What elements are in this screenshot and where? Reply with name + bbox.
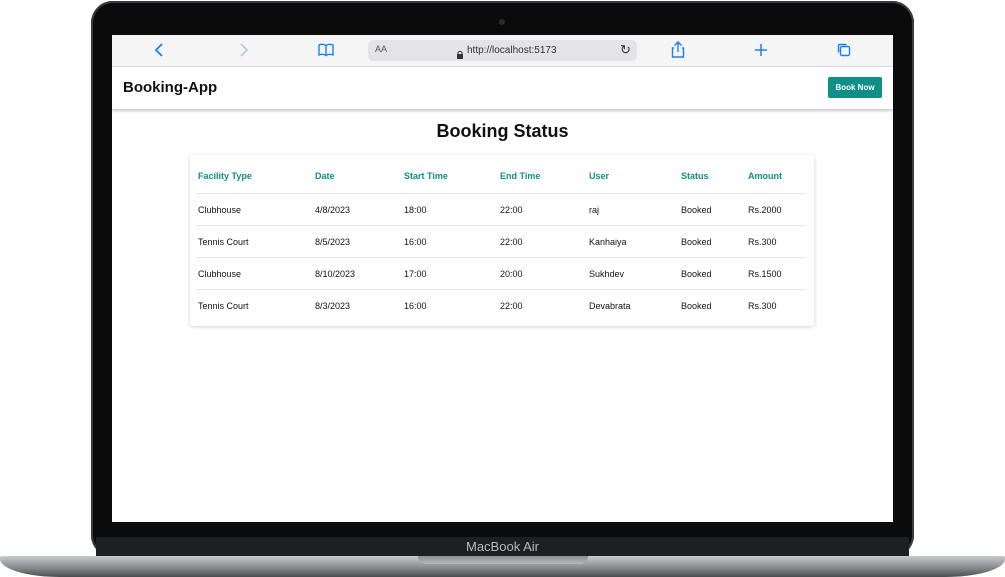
column-header: Facility Type xyxy=(198,170,252,181)
table-cell: 22:00 xyxy=(498,289,587,321)
page-title: Booking Status xyxy=(436,121,569,141)
reload-icon[interactable]: ↻ xyxy=(620,42,631,58)
column-header: Date xyxy=(315,170,335,181)
table-header-row: Facility Type Date Start Time End Time U… xyxy=(196,158,806,194)
table-row: Clubhouse 8/10/2023 17:00 20:00 Sukhdev … xyxy=(196,257,806,290)
app-header: Booking-App Book Now xyxy=(112,67,893,109)
table-cell: Booked xyxy=(679,289,746,321)
table-cell: Booked xyxy=(679,225,746,258)
back-icon[interactable] xyxy=(150,40,170,60)
device-label: MacBook Air xyxy=(466,539,539,554)
column-header: End Time xyxy=(500,170,541,181)
table-cell: Rs.300 xyxy=(746,225,806,258)
browser-toolbar: AA http://localhost:5173 ↻ xyxy=(112,35,893,67)
table-cell: Rs.1500 xyxy=(746,257,806,290)
table-cell: 8/5/2023 xyxy=(313,225,402,258)
laptop-notch xyxy=(418,556,588,564)
table-row: Tennis Court 8/5/2023 16:00 22:00 Kanhai… xyxy=(196,225,806,258)
column-header: User xyxy=(589,170,610,181)
booking-table: Facility Type Date Start Time End Time U… xyxy=(196,158,806,321)
book-now-button[interactable]: Book Now xyxy=(828,77,882,98)
table-cell: Clubhouse xyxy=(196,257,313,290)
table-cell: Clubhouse xyxy=(196,193,313,226)
table-cell: Devabrata xyxy=(587,289,679,321)
table-cell: 8/10/2023 xyxy=(313,257,402,290)
table-cell: Rs.300 xyxy=(746,289,806,321)
browser-window: AA http://localhost:5173 ↻ Booking-App B… xyxy=(112,35,893,522)
table-cell: raj xyxy=(587,193,679,226)
column-header: Start Time xyxy=(404,170,448,181)
table-cell: Tennis Court xyxy=(196,225,313,258)
table-cell: Sukhdev xyxy=(587,257,679,290)
table-cell: 17:00 xyxy=(402,257,498,290)
table-cell: 22:00 xyxy=(498,193,587,226)
column-header: Amount xyxy=(748,170,782,181)
table-cell: Rs.2000 xyxy=(746,193,806,226)
bookmarks-icon[interactable] xyxy=(316,40,336,60)
brand-title[interactable]: Booking-App xyxy=(123,79,217,96)
table-row: Tennis Court 8/3/2023 16:00 22:00 Devabr… xyxy=(196,289,806,321)
table-cell: 16:00 xyxy=(402,225,498,258)
url-text: http://localhost:5173 xyxy=(467,45,557,56)
table-cell: Kanhaiya xyxy=(587,225,679,258)
table-cell: 22:00 xyxy=(498,225,587,258)
forward-icon[interactable] xyxy=(233,40,253,60)
table-cell: 8/3/2023 xyxy=(313,289,402,321)
new-tab-icon[interactable] xyxy=(751,40,771,60)
table-cell: 20:00 xyxy=(498,257,587,290)
table-cell: Booked xyxy=(679,193,746,226)
table-cell: Booked xyxy=(679,257,746,290)
address-bar[interactable]: AA http://localhost:5173 ↻ xyxy=(368,40,637,61)
table-cell: Tennis Court xyxy=(196,289,313,321)
tabs-overview-icon[interactable] xyxy=(834,40,854,60)
table-cell: 18:00 xyxy=(402,193,498,226)
share-icon[interactable] xyxy=(668,40,688,60)
table-cell: 16:00 xyxy=(402,289,498,321)
column-header: Status xyxy=(681,170,709,181)
lock-icon xyxy=(456,46,464,59)
table-row: Clubhouse 4/8/2023 18:00 22:00 raj Booke… xyxy=(196,193,806,226)
text-size-button[interactable]: AA xyxy=(375,44,387,54)
camera-icon xyxy=(499,19,505,25)
booking-table-card: Facility Type Date Start Time End Time U… xyxy=(190,155,814,326)
table-cell: 4/8/2023 xyxy=(313,193,402,226)
